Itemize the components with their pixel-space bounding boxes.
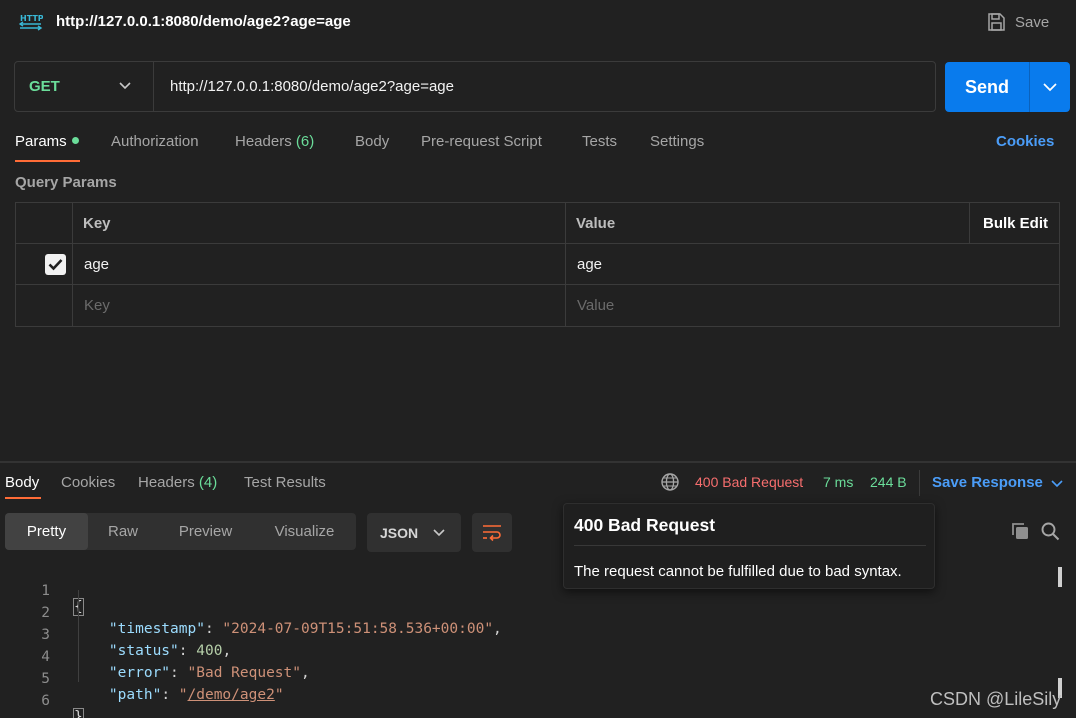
wrap-lines-button[interactable] xyxy=(472,513,512,552)
status-badge[interactable]: 400 Bad Request xyxy=(695,474,803,490)
indent-guide xyxy=(78,590,79,682)
tab-response-body[interactable]: Body xyxy=(5,474,39,491)
tab-authorization[interactable]: Authorization xyxy=(111,133,199,150)
line-number: 6 xyxy=(41,693,50,709)
view-preview[interactable]: Preview xyxy=(158,513,253,550)
format-select[interactable]: JSON xyxy=(367,513,461,552)
tab-response-headers-label: Headers xyxy=(138,474,195,491)
save-label: Save xyxy=(1015,13,1050,31)
response-headers-count: (4) xyxy=(198,474,218,491)
scrollbar-thumb[interactable] xyxy=(1058,567,1062,587)
active-response-tab-underline xyxy=(5,497,41,499)
watermark: CSDN @LileSily xyxy=(930,689,1062,709)
code-line: 6 } xyxy=(0,677,1040,718)
view-raw[interactable]: Raw xyxy=(88,513,158,550)
view-pretty[interactable]: Pretty xyxy=(5,513,88,550)
chevron-down-icon xyxy=(119,82,131,90)
code-line: 2 "timestamp": "2024-07-09T15:51:58.536+… xyxy=(0,589,1040,637)
save-response-button[interactable]: Save Response xyxy=(932,474,1043,491)
chevron-down-icon xyxy=(433,529,445,537)
params-active-dot xyxy=(71,136,79,144)
http-icon: HTTP xyxy=(19,14,43,31)
tab-headers-label: Headers xyxy=(235,133,292,150)
query-params-table: Key Value Bulk Edit age age Key Value xyxy=(15,202,1060,327)
checkmark-icon xyxy=(48,259,63,271)
search-icon[interactable] xyxy=(1040,521,1060,541)
response-time[interactable]: 7 ms xyxy=(823,474,853,490)
globe-icon[interactable] xyxy=(660,472,680,492)
svg-text:HTTP: HTTP xyxy=(20,14,43,23)
value-column-header: Value xyxy=(576,215,616,232)
wrap-lines-icon xyxy=(483,525,501,542)
response-size[interactable]: 244 B xyxy=(870,474,907,490)
tab-settings[interactable]: Settings xyxy=(650,133,704,150)
param-value[interactable]: age xyxy=(577,244,602,285)
headers-count: (6) xyxy=(295,133,315,150)
tab-headers[interactable]: Headers (6) xyxy=(235,133,314,150)
tab-prerequest-script[interactable]: Pre-request Script xyxy=(421,133,542,150)
divider xyxy=(919,470,920,496)
floppy-disk-icon xyxy=(988,13,1005,31)
format-label: JSON xyxy=(380,524,419,541)
code-line: 5 "path": "/demo/age2" xyxy=(0,655,1040,703)
active-tab-underline xyxy=(15,160,80,162)
key-column-header: Key xyxy=(83,215,111,232)
code-line: 4 "error": "Bad Request", xyxy=(0,633,1040,681)
tab-test-results[interactable]: Test Results xyxy=(244,474,326,491)
method-select[interactable]: GET xyxy=(15,62,154,111)
save-button[interactable]: Save xyxy=(986,10,1049,34)
view-visualize[interactable]: Visualize xyxy=(253,513,356,550)
status-tooltip: 400 Bad Request The request cannot be fu… xyxy=(563,503,935,589)
bulk-edit-button[interactable]: Bulk Edit xyxy=(983,203,1048,244)
new-key-input[interactable]: Key xyxy=(84,285,110,326)
tab-body[interactable]: Body xyxy=(355,133,389,150)
tooltip-description: The request cannot be fulfilled due to b… xyxy=(574,563,902,580)
tab-response-cookies[interactable]: Cookies xyxy=(61,474,115,491)
param-key[interactable]: age xyxy=(84,244,109,285)
tab-params[interactable]: Params xyxy=(15,133,79,150)
code-line: 3 "status": 400, xyxy=(0,611,1040,659)
request-tabs: Params Authorization Headers (6) Body Pr… xyxy=(0,128,1076,164)
chevron-down-icon[interactable] xyxy=(1051,479,1063,488)
send-button-group: Send xyxy=(945,62,1070,112)
send-button[interactable]: Send xyxy=(945,62,1029,112)
column-divider xyxy=(565,203,566,326)
send-options-chevron-icon[interactable] xyxy=(1043,82,1057,92)
tab-tests[interactable]: Tests xyxy=(582,133,617,150)
param-enabled-checkbox[interactable] xyxy=(45,254,66,275)
tab-response-headers[interactable]: Headers (4) xyxy=(138,474,217,491)
cookies-link[interactable]: Cookies xyxy=(996,133,1054,150)
response-tabs: Body Cookies Headers (4) Test Results xyxy=(0,470,660,504)
tooltip-title: 400 Bad Request xyxy=(574,515,716,535)
table-row-new: Key Value xyxy=(16,285,1059,326)
table-header-row: Key Value Bulk Edit xyxy=(16,203,1059,244)
column-divider xyxy=(72,203,73,326)
view-mode-selector: Pretty Raw Preview Visualize xyxy=(5,513,356,550)
method-label: GET xyxy=(29,78,60,95)
send-divider xyxy=(1029,62,1030,112)
tab-params-label: Params xyxy=(15,133,67,150)
title-bar: HTTP http://127.0.0.1:8080/demo/age2?age… xyxy=(0,0,1076,44)
tooltip-divider xyxy=(574,545,926,546)
new-value-input[interactable]: Value xyxy=(577,285,614,326)
code-text: } xyxy=(73,708,84,718)
table-row: age age xyxy=(16,244,1059,285)
column-divider xyxy=(969,203,970,244)
copy-icon[interactable] xyxy=(1010,521,1030,541)
request-name[interactable]: http://127.0.0.1:8080/demo/age2?age=age xyxy=(56,13,351,30)
url-bar: GET http://127.0.0.1:8080/demo/age2?age=… xyxy=(14,61,936,112)
pane-splitter[interactable] xyxy=(0,461,1076,463)
query-params-heading: Query Params xyxy=(15,174,117,191)
url-input[interactable]: http://127.0.0.1:8080/demo/age2?age=age xyxy=(170,78,910,95)
